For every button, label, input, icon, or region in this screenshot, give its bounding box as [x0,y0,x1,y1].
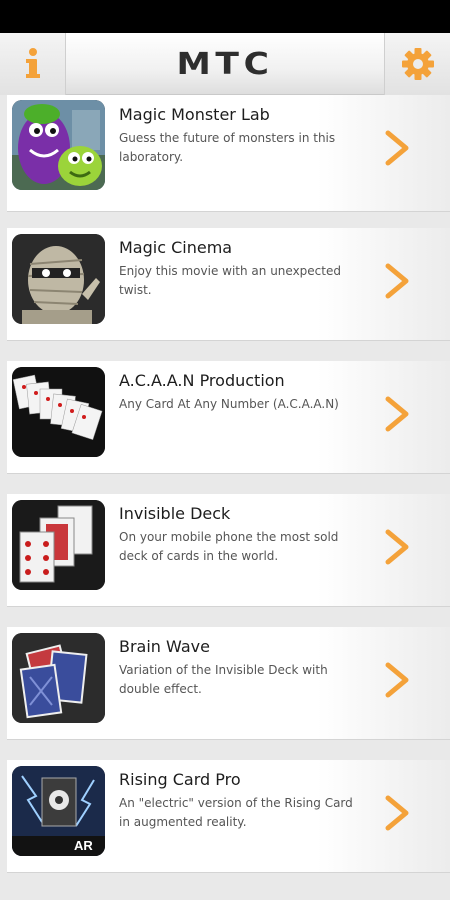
item-title: A.C.A.A.N Production [119,371,285,390]
info-icon [25,48,40,78]
item-description: Enjoy this movie with an unexpected twis… [119,264,341,297]
status-bar [0,0,450,33]
chevron-right-icon[interactable] [382,395,412,433]
chevron-right-icon[interactable] [382,129,412,167]
chevron-right-icon[interactable] [382,661,412,699]
settings-button[interactable] [384,33,450,95]
mummy-thumbnail [12,234,105,324]
item-title: Magic Monster Lab [119,105,270,124]
monster-thumbnail [12,100,105,190]
list-item[interactable]: Magic Monster Lab Guess the future of mo… [7,95,450,212]
item-title: Brain Wave [119,637,210,656]
ar-badge: AR [74,838,93,853]
chevron-right-icon[interactable] [382,528,412,566]
item-title: Invisible Deck [119,504,231,523]
gear-icon [401,48,434,80]
item-title: Magic Cinema [119,238,233,257]
list-item[interactable]: A.C.A.A.N Production Any Card At Any Num… [7,361,450,474]
list-item[interactable]: Invisible Deck On your mobile phone the … [7,494,450,607]
item-description: On your mobile phone the most sold deck … [119,530,339,563]
item-description: Any Card At Any Number (A.C.A.A.N) [119,397,339,411]
item-description: An "electric" version of the Rising Card… [119,796,353,829]
chevron-right-icon[interactable] [382,794,412,832]
app-list: Magic Monster Lab Guess the future of mo… [7,95,450,893]
chevron-right-icon[interactable] [382,262,412,300]
list-item[interactable]: Magic Cinema Enjoy this movie with an un… [7,228,450,341]
item-description: Guess the future of monsters in this lab… [119,131,336,164]
list-item[interactable]: Brain Wave Variation of the Invisible De… [7,627,450,740]
rising-card-thumbnail: AR [12,766,105,856]
list-item[interactable]: AR Rising Card Pro An "electric" version… [7,760,450,873]
item-description: Variation of the Invisible Deck with dou… [119,663,328,696]
blue-cards-thumbnail [12,633,105,723]
playing-cards-thumbnail [12,500,105,590]
cards-spread-thumbnail [12,367,105,457]
item-title: Rising Card Pro [119,770,241,789]
app-title: MTC [176,46,274,82]
app-header: MTC [0,33,450,95]
